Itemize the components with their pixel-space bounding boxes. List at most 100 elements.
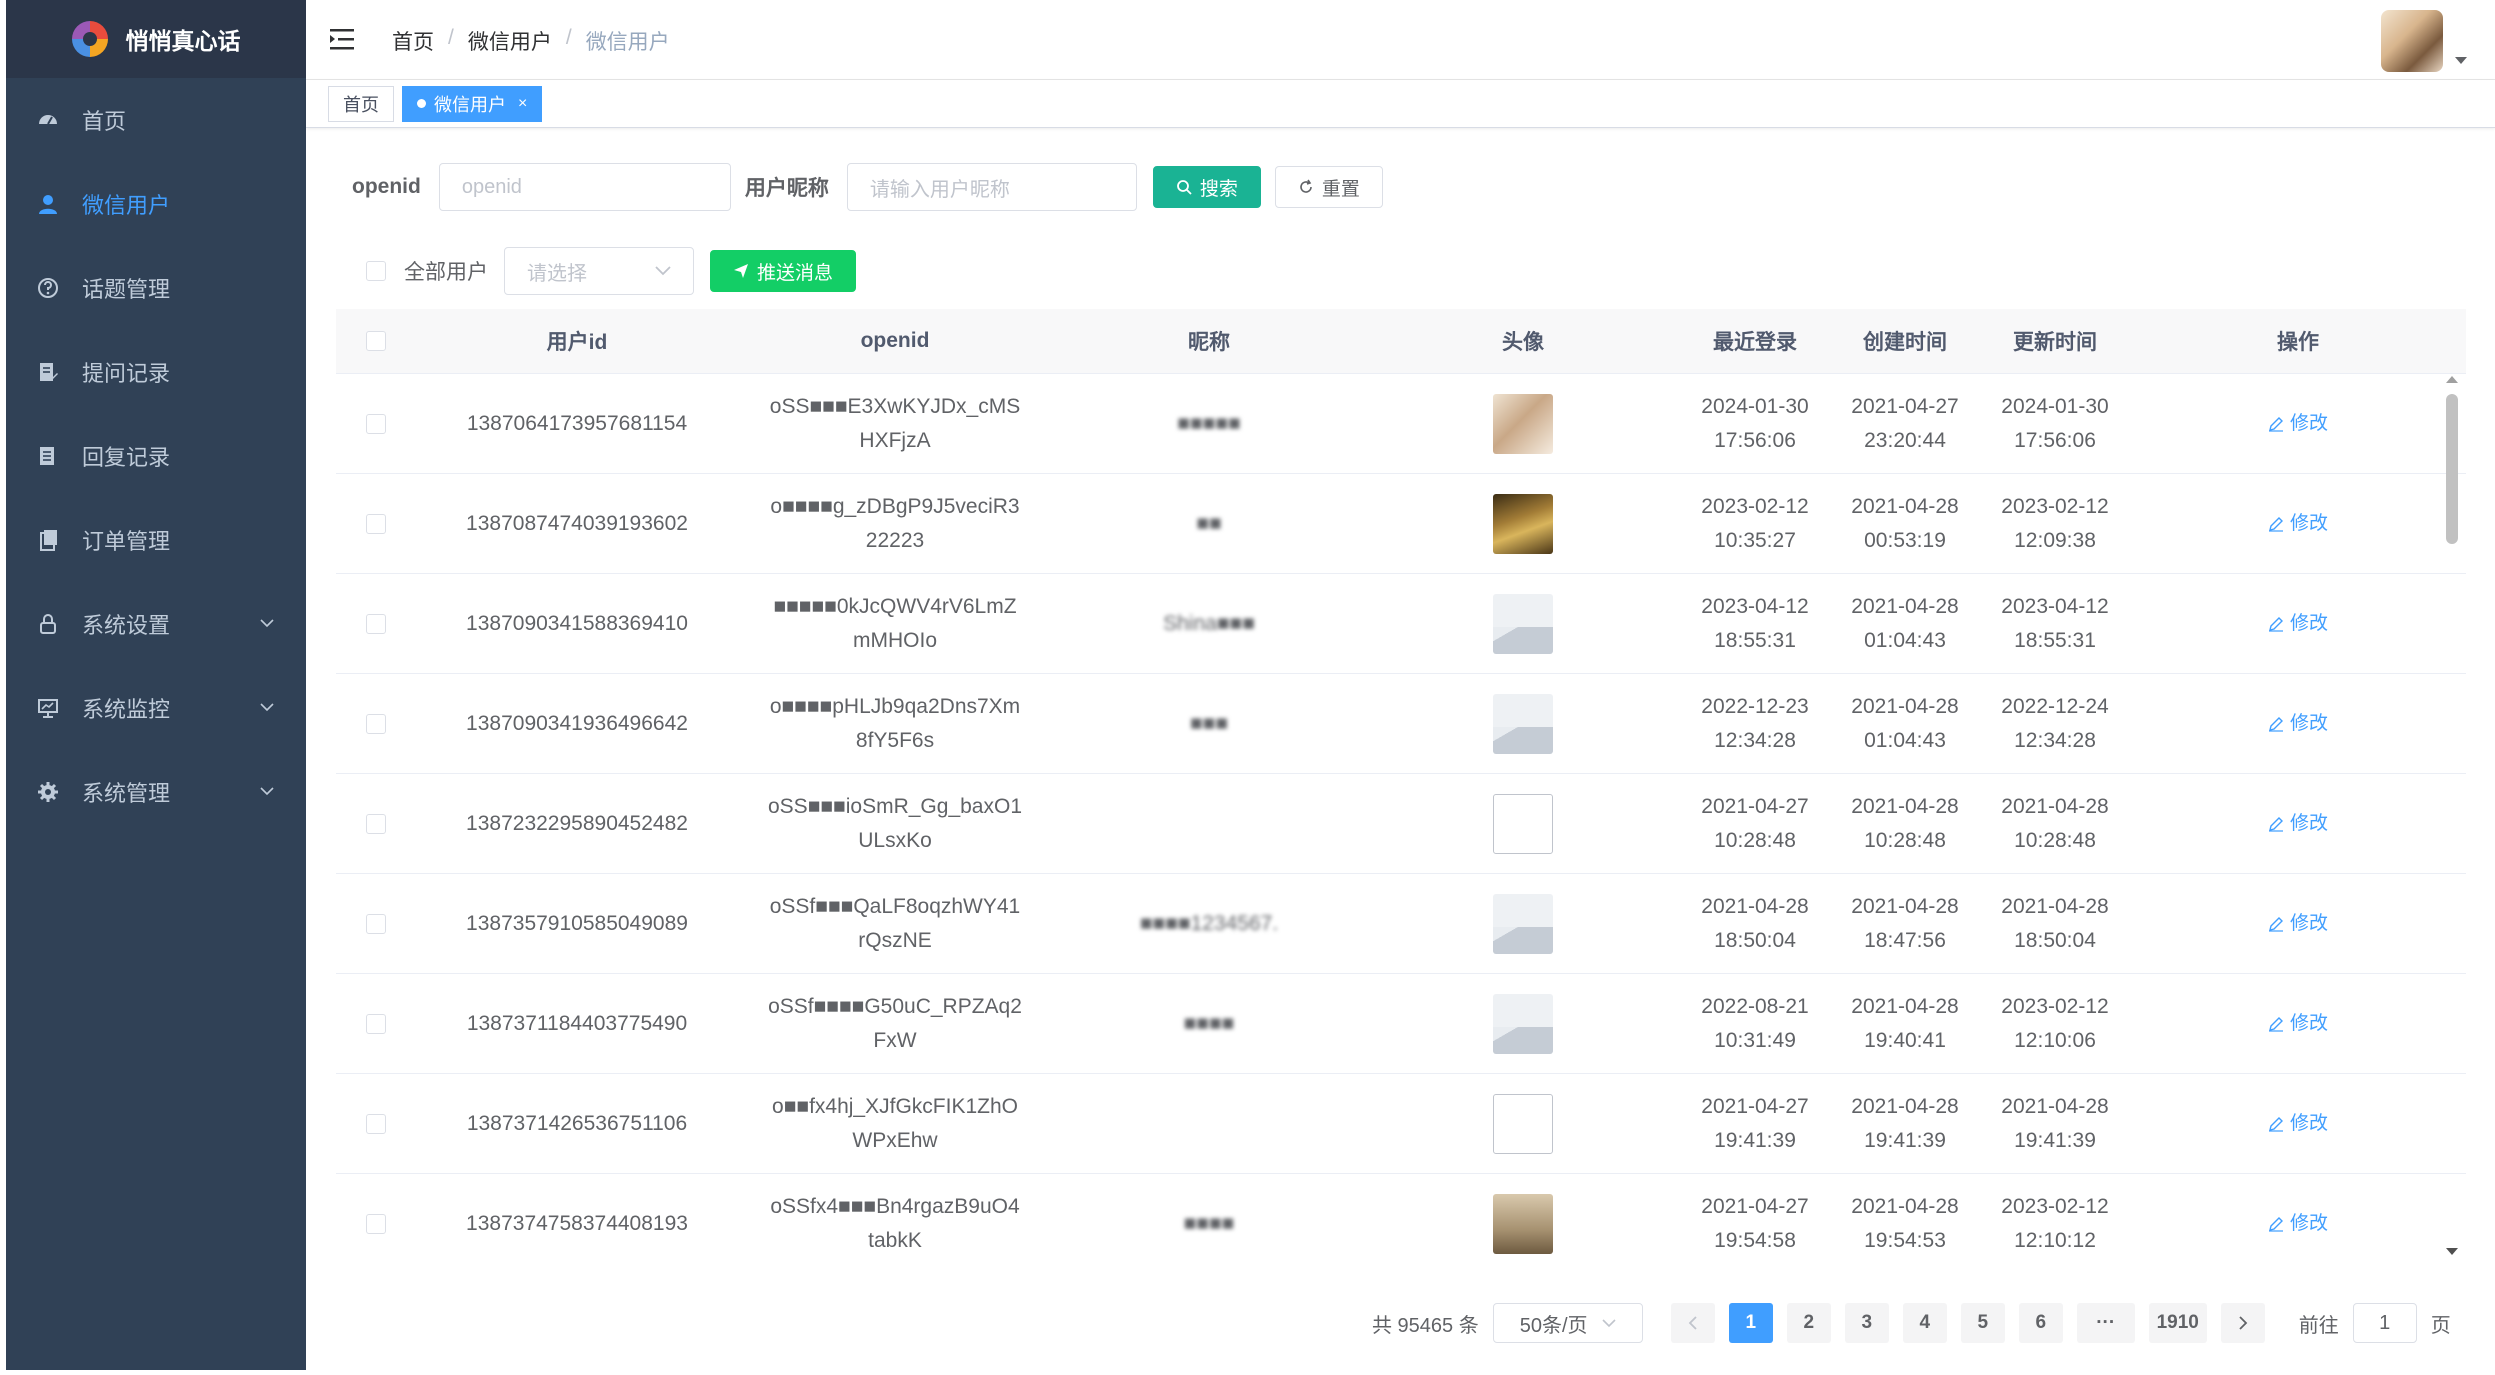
row-select-cell (336, 713, 416, 734)
sidebar-item[interactable]: 系统监控 (6, 666, 306, 750)
push-message-button[interactable]: 推送消息 (710, 250, 856, 292)
all-users-checkbox[interactable] (366, 261, 386, 281)
nickname-cell: ■■ (1196, 511, 1222, 535)
all-users-label[interactable]: 全部用户 (404, 256, 488, 286)
hamburger-icon[interactable] (330, 27, 358, 53)
user-avatar-image[interactable] (1493, 393, 1553, 454)
sidebar-item-label: 首页 (82, 109, 127, 134)
last-login-cell: 2022-08-21 10:31:49 (1680, 990, 1830, 1058)
user-avatar-image[interactable] (1493, 1193, 1553, 1254)
page-number-button[interactable]: 2 (1786, 1303, 1831, 1343)
page-number-button[interactable]: 1 (1728, 1303, 1773, 1343)
row-checkbox[interactable] (366, 913, 386, 934)
created-cell: 2021-04-28 19:40:41 (1830, 990, 1980, 1058)
user-avatar-image[interactable] (1493, 693, 1553, 754)
page-size-select[interactable]: 50条/页 (1492, 1303, 1643, 1343)
page-number-button[interactable]: 3 (1844, 1303, 1889, 1343)
edit-link[interactable]: 修改 (2130, 1207, 2466, 1241)
created-cell: 2021-04-28 00:53:19 (1830, 490, 1980, 558)
scroll-up-icon[interactable] (2445, 374, 2459, 384)
edit-link[interactable]: 修改 (2130, 707, 2466, 741)
column-header-id: 用户id (546, 331, 608, 354)
select-all-checkbox[interactable] (366, 331, 386, 351)
user-avatar-image[interactable] (1493, 793, 1553, 854)
reset-button[interactable]: 重置 (1274, 166, 1383, 208)
sidebar-item[interactable]: 首页 (6, 78, 306, 162)
chevron-down-icon (258, 696, 276, 722)
last-login-time: 10:35:27 (1714, 528, 1796, 552)
page-number-button[interactable]: 5 (1960, 1303, 2005, 1343)
logo-bar[interactable]: 悄悄真心话 (6, 0, 306, 78)
edit-link[interactable]: 修改 (2130, 907, 2466, 941)
sidebar-item[interactable]: 系统管理 (6, 750, 306, 834)
row-select-cell (336, 1013, 416, 1034)
page-number-button[interactable]: 6 (2018, 1303, 2063, 1343)
created-time: 00:53:19 (1864, 528, 1946, 552)
table-scrollbar[interactable] (2436, 374, 2466, 1263)
edit-link[interactable]: 修改 (2130, 807, 2466, 841)
nickname-label: 用户昵称 (744, 177, 829, 200)
edit-icon (2268, 1116, 2283, 1132)
search-button[interactable]: 搜索 (1152, 166, 1261, 208)
row-checkbox[interactable] (366, 613, 386, 634)
goto-page-value: 1 (2379, 1311, 2391, 1334)
updated-time: 19:41:39 (2014, 1128, 2096, 1152)
user-avatar-image[interactable] (1493, 893, 1553, 954)
push-type-select[interactable]: 请选择 (504, 247, 694, 295)
next-page-button[interactable] (2220, 1303, 2265, 1343)
edit-link[interactable]: 修改 (2130, 407, 2466, 441)
row-checkbox[interactable] (366, 1213, 386, 1234)
tag-home[interactable]: 首页 (328, 85, 394, 122)
user-avatar-image[interactable] (1493, 1093, 1553, 1154)
user-avatar-image[interactable] (1493, 493, 1553, 554)
row-checkbox[interactable] (366, 813, 386, 834)
more-pages-button[interactable]: ··· (2076, 1303, 2135, 1343)
updated-time: 18:55:31 (2014, 628, 2096, 652)
openid-cell: oSSfx4■■■Bn4rgazB9uO4tabkK (770, 1194, 1020, 1252)
updated-cell: 2021-04-28 18:50:04 (1980, 890, 2130, 958)
page-number-button[interactable]: 1910 (2148, 1303, 2207, 1343)
updated-date: 2023-02-12 (2001, 494, 2109, 518)
scroll-down-icon[interactable] (2445, 1247, 2459, 1257)
openid-input[interactable]: openid (438, 163, 731, 211)
nickname-cell: Shina■■■ (1163, 611, 1255, 635)
table-row: 1387371426536751106 o■■fx4hj_XJfGkcFIK1Z… (336, 1074, 2466, 1174)
scrollbar-thumb[interactable] (2446, 394, 2458, 544)
sidebar-item[interactable]: 订单管理 (6, 498, 306, 582)
sidebar-item[interactable]: 提问记录 (6, 330, 306, 414)
row-select-cell (336, 813, 416, 834)
prev-page-button[interactable] (1670, 1303, 1715, 1343)
user-avatar-image[interactable] (1493, 993, 1553, 1054)
row-checkbox[interactable] (366, 1113, 386, 1134)
sidebar-item[interactable]: 系统设置 (6, 582, 306, 666)
page-number-button[interactable]: 4 (1902, 1303, 1947, 1343)
created-cell: 2021-04-28 01:04:43 (1830, 590, 1980, 658)
edit-icon (2268, 1216, 2283, 1232)
last-login-date: 2021-04-27 (1701, 794, 1809, 818)
edit-link[interactable]: 修改 (2130, 1007, 2466, 1041)
row-checkbox[interactable] (366, 413, 386, 434)
lock-icon (36, 612, 60, 636)
nickname-input[interactable]: 请输入用户昵称 (846, 163, 1137, 211)
goto-page-input[interactable]: 1 (2352, 1303, 2417, 1343)
row-checkbox[interactable] (366, 1013, 386, 1034)
updated-date: 2023-02-12 (2001, 1194, 2109, 1218)
logo-icon (71, 21, 108, 57)
close-icon[interactable]: × (518, 95, 527, 113)
tag-wechat-users[interactable]: 微信用户 × (402, 85, 543, 122)
edit-link[interactable]: 修改 (2130, 607, 2466, 641)
row-checkbox[interactable] (366, 513, 386, 534)
last-login-date: 2023-04-12 (1701, 594, 1809, 618)
sidebar-item[interactable]: 话题管理 (6, 246, 306, 330)
sidebar-item[interactable]: 微信用户 (6, 162, 306, 246)
question-icon (36, 276, 60, 300)
row-checkbox[interactable] (366, 713, 386, 734)
edit-link[interactable]: 修改 (2130, 1107, 2466, 1141)
breadcrumb-home[interactable]: 首页 (392, 26, 434, 56)
caret-down-icon[interactable] (2455, 57, 2467, 64)
avatar[interactable] (2381, 10, 2443, 72)
user-menu[interactable] (2381, 10, 2467, 72)
edit-link[interactable]: 修改 (2130, 507, 2466, 541)
sidebar-item[interactable]: 回复记录 (6, 414, 306, 498)
user-avatar-image[interactable] (1493, 593, 1553, 654)
